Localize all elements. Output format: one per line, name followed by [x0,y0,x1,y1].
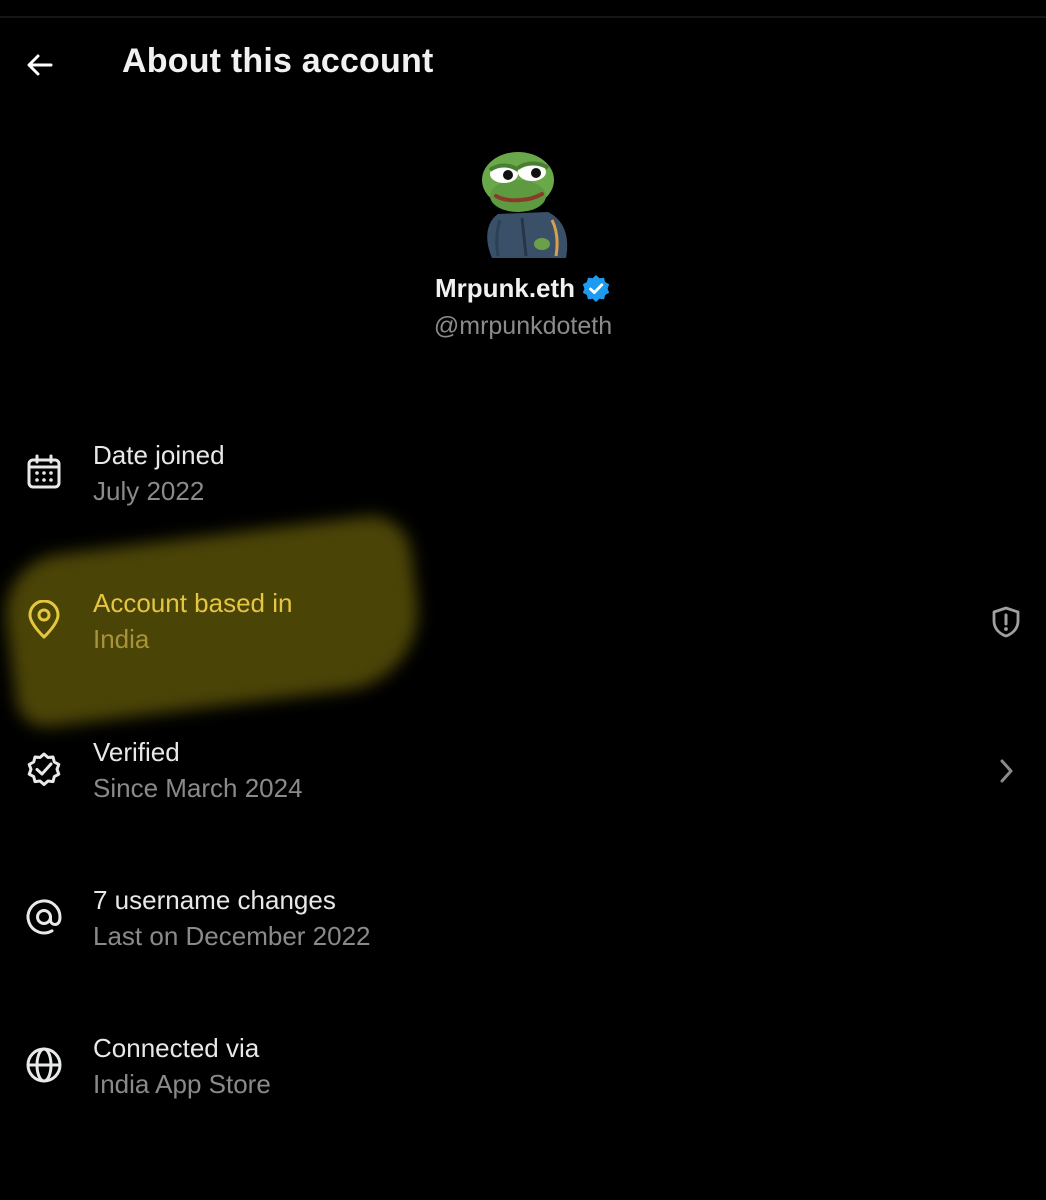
row-verified[interactable]: Verified Since March 2024 [0,733,1046,813]
row-connected-via: Connected via India App Store [0,1029,1046,1109]
avatar[interactable] [462,140,582,260]
row-value: Since March 2024 [93,773,303,803]
username-handle: @mrpunkdoteth [433,312,613,340]
pepe-frog-avatar [482,152,568,258]
page-title: About this account [122,42,434,80]
calendar-icon [22,450,66,494]
row-date-joined: Date joined July 2022 [0,436,1046,516]
chevron-right-icon [984,749,1028,793]
row-title: Date joined [93,440,225,470]
header-bar: About this account [0,30,1046,100]
verified-badge-icon[interactable] [581,274,611,304]
display-name-row: Mrpunk.eth [0,272,1046,304]
row-title: 7 username changes [93,885,336,915]
row-value: India [93,624,150,654]
at-sign-icon [22,895,66,939]
globe-icon [22,1043,66,1087]
verified-check-icon [22,747,66,791]
shield-alert-icon[interactable] [984,600,1028,644]
display-name: Mrpunk.eth [434,272,576,303]
row-title: Connected via [93,1033,260,1063]
back-button[interactable] [16,44,64,86]
row-account-based-in: Account based in India [0,584,1046,664]
top-divider [0,16,1046,18]
row-title: Account based in [93,588,293,618]
location-pin-icon [22,598,66,642]
row-value: July 2022 [93,476,205,506]
row-value: India App Store [93,1069,271,1099]
arrow-left-icon [27,54,53,76]
row-value: Last on December 2022 [93,921,371,951]
row-username-changes: 7 username changes Last on December 2022 [0,881,1046,961]
row-title: Verified [93,737,180,767]
